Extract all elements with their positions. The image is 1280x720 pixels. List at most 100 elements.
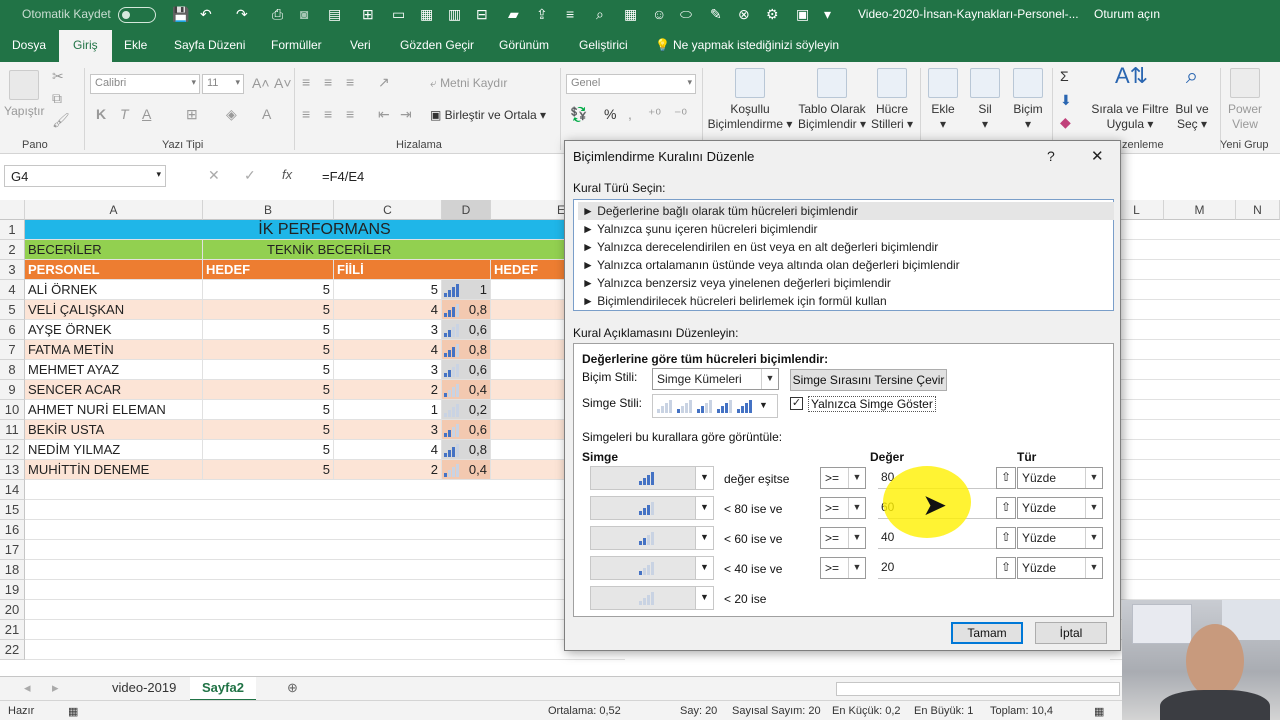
tell-me-box[interactable]: Ne yapmak istediğinizi söyleyin: [673, 38, 839, 52]
sheet-icon[interactable]: ▥: [448, 6, 461, 23]
grid-icon[interactable]: ⊟: [476, 6, 488, 23]
save-icon[interactable]: 💾: [172, 6, 189, 23]
align-center-icon[interactable]: ≡: [324, 106, 332, 122]
cell-actual[interactable]: 2: [334, 380, 442, 400]
type-select[interactable]: Yüzde ▼: [1017, 557, 1103, 579]
autosum-icon[interactable]: Σ: [1060, 68, 1069, 84]
align-middle-icon[interactable]: ≡: [324, 74, 332, 90]
tab-data[interactable]: Veri: [350, 38, 371, 52]
open-folder-icon[interactable]: ▰: [508, 6, 519, 23]
select-all-corner[interactable]: [0, 200, 25, 220]
collapse-dialog-icon[interactable]: ⇧: [996, 467, 1016, 489]
font-size-combo[interactable]: 11 ▾: [202, 74, 244, 94]
format-cells-button[interactable]: Biçim ▾: [1008, 68, 1048, 132]
cell-ratio[interactable]: 0,2: [442, 400, 491, 420]
decrease-decimal-icon[interactable]: ⁻⁰: [674, 106, 687, 123]
previous-sheet-icon[interactable]: ◂: [24, 680, 31, 696]
row-header[interactable]: 4: [0, 280, 25, 300]
operator-select[interactable]: >= ▼: [820, 557, 866, 579]
row-header[interactable]: 21: [0, 620, 25, 640]
cell-ratio[interactable]: 0,6: [442, 420, 491, 440]
show-icon-only-checkbox[interactable]: ✓: [790, 397, 803, 410]
tab-file[interactable]: Dosya: [12, 38, 46, 52]
equals-icon[interactable]: ≡: [566, 6, 574, 22]
align-left-icon[interactable]: ≡: [302, 106, 310, 122]
column-header-m[interactable]: M: [1164, 200, 1236, 220]
column-header-n[interactable]: N: [1236, 200, 1280, 220]
cell-personnel-name[interactable]: AHMET NURİ ELEMAN: [25, 400, 203, 420]
tab-page-layout[interactable]: Sayfa Düzeni: [174, 38, 245, 52]
column-header-d[interactable]: D: [442, 200, 491, 220]
cell-styles-button[interactable]: Hücre Stilleri ▾: [870, 68, 914, 132]
percent-icon[interactable]: %: [604, 106, 616, 122]
photo-icon[interactable]: ◙: [300, 6, 308, 22]
cell-personnel-name[interactable]: MEHMET AYAZ: [25, 360, 203, 380]
cell-target[interactable]: 5: [203, 440, 334, 460]
icon-select[interactable]: ▼: [590, 496, 714, 520]
formula-input[interactable]: =F4/E4: [322, 169, 364, 184]
merge-center-button[interactable]: ▣ Birleştir ve Ortala ▾: [430, 108, 546, 122]
cell-target[interactable]: 5: [203, 380, 334, 400]
cell-target[interactable]: 5: [203, 360, 334, 380]
format-painter-icon[interactable]: 🖌: [52, 112, 70, 129]
column-header-b[interactable]: B: [203, 200, 334, 220]
icon-style-select[interactable]: ▼: [652, 394, 778, 418]
cell-actual[interactable]: 4: [334, 440, 442, 460]
wrap-text-button[interactable]: ⤶ Metni Kaydır: [430, 76, 507, 91]
row-header[interactable]: 3: [0, 260, 25, 280]
preview-icon[interactable]: ⌕: [596, 6, 604, 23]
row-header[interactable]: 7: [0, 340, 25, 360]
increase-indent-icon[interactable]: ⇥: [400, 106, 412, 123]
shrink-font-icon[interactable]: A˅: [274, 75, 292, 91]
row-header[interactable]: 18: [0, 560, 25, 580]
column-header-c[interactable]: C: [334, 200, 442, 220]
tab-insert[interactable]: Ekle: [124, 38, 147, 52]
cell-personnel-name[interactable]: NEDİM YILMAZ: [25, 440, 203, 460]
shape-icon[interactable]: ⬭: [680, 6, 692, 23]
row-header[interactable]: 1: [0, 220, 25, 240]
align-top-icon[interactable]: ≡: [302, 74, 310, 90]
threshold-value-input[interactable]: 20: [878, 557, 996, 579]
power-view-button[interactable]: Power View: [1224, 68, 1266, 132]
sheet-title[interactable]: İK PERFORMANS: [25, 220, 625, 240]
align-bottom-icon[interactable]: ≡: [346, 74, 354, 90]
operator-select[interactable]: >= ▼: [820, 527, 866, 549]
form-icon[interactable]: ▦: [420, 6, 433, 23]
normal-view-icon[interactable]: ▦: [1094, 705, 1104, 718]
cell-personnel-name[interactable]: ALİ ÖRNEK: [25, 280, 203, 300]
row-header[interactable]: 19: [0, 580, 25, 600]
cell-actual[interactable]: 4: [334, 300, 442, 320]
rule-type-option[interactable]: ► Yalnızca şunu içeren hücreleri biçimle…: [578, 220, 1114, 238]
font-color-icon[interactable]: A: [262, 106, 271, 122]
macro-record-icon[interactable]: ▦: [68, 705, 78, 718]
print-icon[interactable]: ▤: [328, 6, 341, 23]
cancel-button[interactable]: İptal: [1035, 622, 1107, 644]
cell-a2[interactable]: BECERİLER: [25, 240, 203, 260]
customize-icon[interactable]: ▾: [824, 6, 831, 23]
cut-icon[interactable]: ✂: [52, 68, 64, 85]
row-header[interactable]: 8: [0, 360, 25, 380]
tab-review[interactable]: Gözden Geçir: [400, 38, 474, 52]
operator-select[interactable]: >= ▼: [820, 467, 866, 489]
row-header[interactable]: 17: [0, 540, 25, 560]
cell-ratio[interactable]: 0,6: [442, 360, 491, 380]
cell-actual[interactable]: 3: [334, 420, 442, 440]
add-sheet-icon[interactable]: ⊕: [287, 680, 298, 696]
row-header[interactable]: 14: [0, 480, 25, 500]
table-icon[interactable]: ▦: [624, 6, 637, 23]
cell-actual[interactable]: 1: [334, 400, 442, 420]
sheet-tab-video-2019[interactable]: video-2019: [112, 680, 176, 695]
operator-select[interactable]: >= ▼: [820, 497, 866, 519]
comma-style-icon[interactable]: ,: [628, 106, 632, 122]
icon-select[interactable]: ▼: [590, 526, 714, 550]
cell-ratio[interactable]: 0,8: [442, 440, 491, 460]
grow-font-icon[interactable]: A˄: [252, 75, 270, 91]
row-header[interactable]: 22: [0, 640, 25, 660]
collapse-dialog-icon[interactable]: ⇧: [996, 557, 1016, 579]
cell-actual[interactable]: 4: [334, 340, 442, 360]
help-button[interactable]: ?: [1047, 148, 1055, 164]
collapse-dialog-icon[interactable]: ⇧: [996, 527, 1016, 549]
smiley-icon[interactable]: ☺: [652, 6, 666, 22]
delete-cells-button[interactable]: Sil ▾: [966, 68, 1004, 132]
column-header-a[interactable]: A: [25, 200, 203, 220]
